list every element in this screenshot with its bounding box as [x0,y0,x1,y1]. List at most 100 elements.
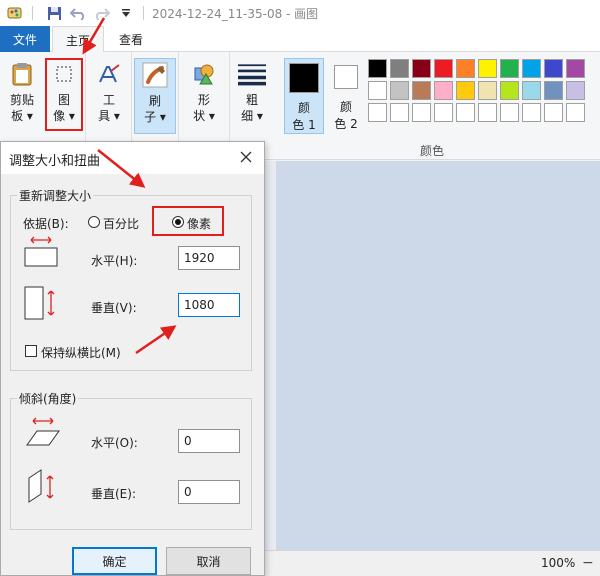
resize-dialog: 调整大小和扭曲 重新调整大小 依据(B): 百分比 像素 水平(H): 1920… [0,141,265,576]
size-button[interactable]: 粗 细 ▾ [232,58,272,134]
ribbon-tabs: 文件 主页 查看 [0,26,600,53]
basis-label: 依据(B): [23,217,69,231]
colors-group-label: 颜色 [420,144,445,158]
palette-swatch[interactable] [544,81,563,100]
brush-button[interactable]: 刷 子 ▾ [134,58,176,134]
zoom-level: 100% [541,556,576,570]
vertical-resize-icon [23,285,57,321]
clipboard-button[interactable]: 剪贴 板 ▾ [4,58,40,134]
color2-label-1: 颜 [339,100,352,114]
palette-swatch[interactable] [434,81,453,100]
palette-swatch[interactable] [390,81,409,100]
skew-vertical-input[interactable]: 0 [178,480,240,504]
color1-swatch [289,63,319,93]
tab-home[interactable]: 主页 [52,26,104,53]
clipboard-icon [8,60,36,88]
palette-swatch[interactable] [456,59,475,78]
percent-radio[interactable] [88,216,100,228]
shapes-label-1: 形 [197,93,210,107]
vertical-label: 垂直(V): [91,301,137,315]
customize-quick-access-icon[interactable] [117,4,135,22]
palette-swatch[interactable] [368,59,387,78]
resize-section-title: 重新调整大小 [17,187,94,204]
size-label-1: 粗 [245,93,258,107]
skew-horizontal-input[interactable]: 0 [178,429,240,453]
tools-icon [95,60,123,88]
canvas-edge [264,161,276,550]
annotation-box-pixels [152,206,224,236]
skew-horizontal-icon [25,417,61,447]
color2-swatch [334,65,358,89]
palette-swatch[interactable] [566,103,585,122]
tab-file[interactable]: 文件 [0,26,50,52]
palette-swatch[interactable] [368,81,387,100]
palette-swatch[interactable] [412,59,431,78]
palette-swatch[interactable] [500,103,519,122]
palette-swatch[interactable] [412,103,431,122]
palette-swatch[interactable] [478,59,497,78]
color1-button[interactable]: 颜 色 1 [284,58,324,134]
palette-swatch[interactable] [412,81,431,100]
tools-label-1: 工 [102,93,115,107]
title-bar: 2024-12-24_11-35-08 - 画图 [0,0,600,26]
palette-swatch[interactable] [390,59,409,78]
canvas-area[interactable] [264,161,600,550]
close-icon[interactable] [236,147,256,167]
palette-swatch[interactable] [522,59,541,78]
line-thickness-icon [238,60,266,88]
palette-swatch[interactable] [434,59,453,78]
tab-view[interactable]: 查看 [106,26,156,53]
redo-icon[interactable] [93,4,111,22]
shapes-button[interactable]: 形 状 ▾ [186,58,222,134]
brush-label-2: 子 ▾ [144,110,166,124]
keep-ratio-label[interactable]: 保持纵横比(M) [41,344,121,361]
dialog-title-bar: 调整大小和扭曲 [1,142,264,174]
palette-swatch[interactable] [544,59,563,78]
brush-icon [141,61,169,89]
size-label-2: 细 ▾ [241,109,263,123]
palette-swatch[interactable] [544,103,563,122]
palette-swatch[interactable] [500,59,519,78]
palette-swatch[interactable] [566,59,585,78]
vertical-input[interactable]: 1080 [178,293,240,317]
skew-horizontal-label: 水平(O): [91,436,138,450]
palette-swatch[interactable] [522,81,541,100]
dialog-title: 调整大小和扭曲 [9,154,101,169]
keep-ratio-checkbox[interactable] [25,345,37,357]
palette-swatch[interactable] [522,103,541,122]
palette-swatch[interactable] [478,81,497,100]
save-icon[interactable] [45,4,63,22]
clipboard-label-1: 剪贴 [9,93,34,107]
paint-app-icon[interactable] [6,4,24,22]
cancel-button[interactable]: 取消 [166,547,251,575]
palette-swatch[interactable] [434,103,453,122]
palette-swatch[interactable] [500,81,519,100]
shapes-icon [190,60,218,88]
undo-icon[interactable] [69,4,87,22]
window-title: 2024-12-24_11-35-08 - 画图 [152,6,319,21]
palette-swatch[interactable] [478,103,497,122]
clipboard-label-2: 板 ▾ [11,109,33,123]
palette-swatch[interactable] [456,103,475,122]
color2-button[interactable]: 颜 色 2 [326,58,366,134]
skew-vertical-icon [27,468,57,504]
color1-label-2: 色 1 [292,118,316,132]
palette-swatch[interactable] [368,103,387,122]
tools-label-2: 具 ▾ [98,109,120,123]
brush-label-1: 刷 [148,94,161,108]
color2-label-2: 色 2 [334,117,358,131]
color-palette [368,59,585,122]
percent-label[interactable]: 百分比 [103,215,139,232]
separator [32,6,33,20]
tools-button[interactable]: 工 具 ▾ [91,58,127,134]
palette-swatch[interactable] [390,103,409,122]
horizontal-input[interactable]: 1920 [178,246,240,270]
palette-swatch[interactable] [456,81,475,100]
palette-swatch[interactable] [566,81,585,100]
skew-section-title: 倾斜(角度) [17,390,79,407]
ok-button[interactable]: 确定 [72,547,157,575]
annotation-box-image [45,58,83,131]
horizontal-resize-icon [23,236,59,268]
skew-vertical-label: 垂直(E): [91,487,136,501]
zoom-out-button[interactable]: − [582,555,594,571]
